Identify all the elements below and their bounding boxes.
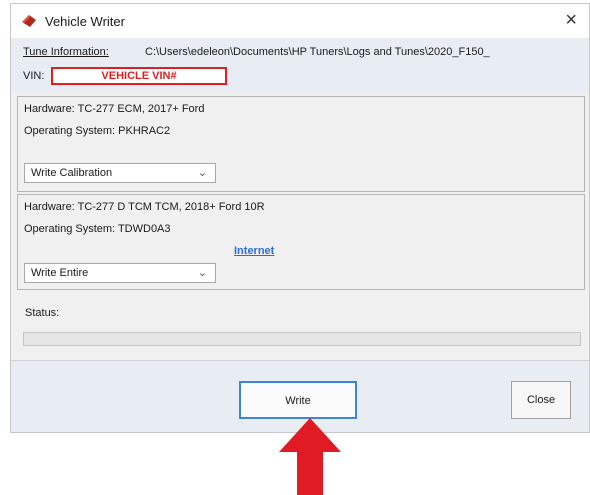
- chevron-down-icon: ⌄: [197, 267, 207, 279]
- status-label: Status:: [25, 307, 60, 319]
- tcm-os-label: Operating System: TDWD0A3: [24, 223, 171, 235]
- tcm-hardware-label: Hardware: TC-277 D TCM TCM, 2018+ Ford 1…: [24, 201, 265, 213]
- close-icon[interactable]: ×: [565, 9, 577, 32]
- ecm-write-mode-select[interactable]: Write Calibration ⌄: [24, 163, 216, 183]
- tcm-module-panel: Hardware: TC-277 D TCM TCM, 2018+ Ford 1…: [17, 194, 585, 290]
- tune-information-label: Tune Information:: [23, 46, 109, 58]
- app-icon: [22, 15, 36, 27]
- ecm-hardware-label: Hardware: TC-277 ECM, 2017+ Ford: [24, 103, 205, 115]
- tcm-write-mode-select[interactable]: Write Entire ⌄: [24, 263, 216, 283]
- vehicle-writer-window: Vehicle Writer × Tune Information: C:\Us…: [10, 3, 590, 433]
- tune-file-path: C:\Users\edeleon\Documents\HP Tuners\Log…: [145, 46, 490, 58]
- title-bar: Vehicle Writer ×: [11, 4, 589, 38]
- vin-label: VIN:: [23, 70, 45, 82]
- internet-link[interactable]: Internet: [234, 245, 274, 257]
- ecm-module-panel: Hardware: TC-277 ECM, 2017+ Ford Operati…: [17, 96, 585, 192]
- close-button[interactable]: Close: [511, 381, 571, 419]
- status-progress-bar: [23, 332, 581, 346]
- write-button[interactable]: Write: [239, 381, 357, 419]
- ecm-os-label: Operating System: PKHRAC2: [24, 125, 171, 137]
- red-arrow-up-icon: [279, 418, 341, 495]
- chevron-down-icon: ⌄: [197, 167, 207, 179]
- vin-value-highlight: VEHICLE VIN#: [51, 67, 227, 85]
- tune-info-section: Tune Information: C:\Users\edeleon\Docum…: [11, 38, 589, 92]
- ecm-write-mode-value: Write Calibration: [31, 167, 113, 179]
- window-title: Vehicle Writer: [45, 14, 125, 29]
- tcm-write-mode-value: Write Entire: [31, 267, 89, 279]
